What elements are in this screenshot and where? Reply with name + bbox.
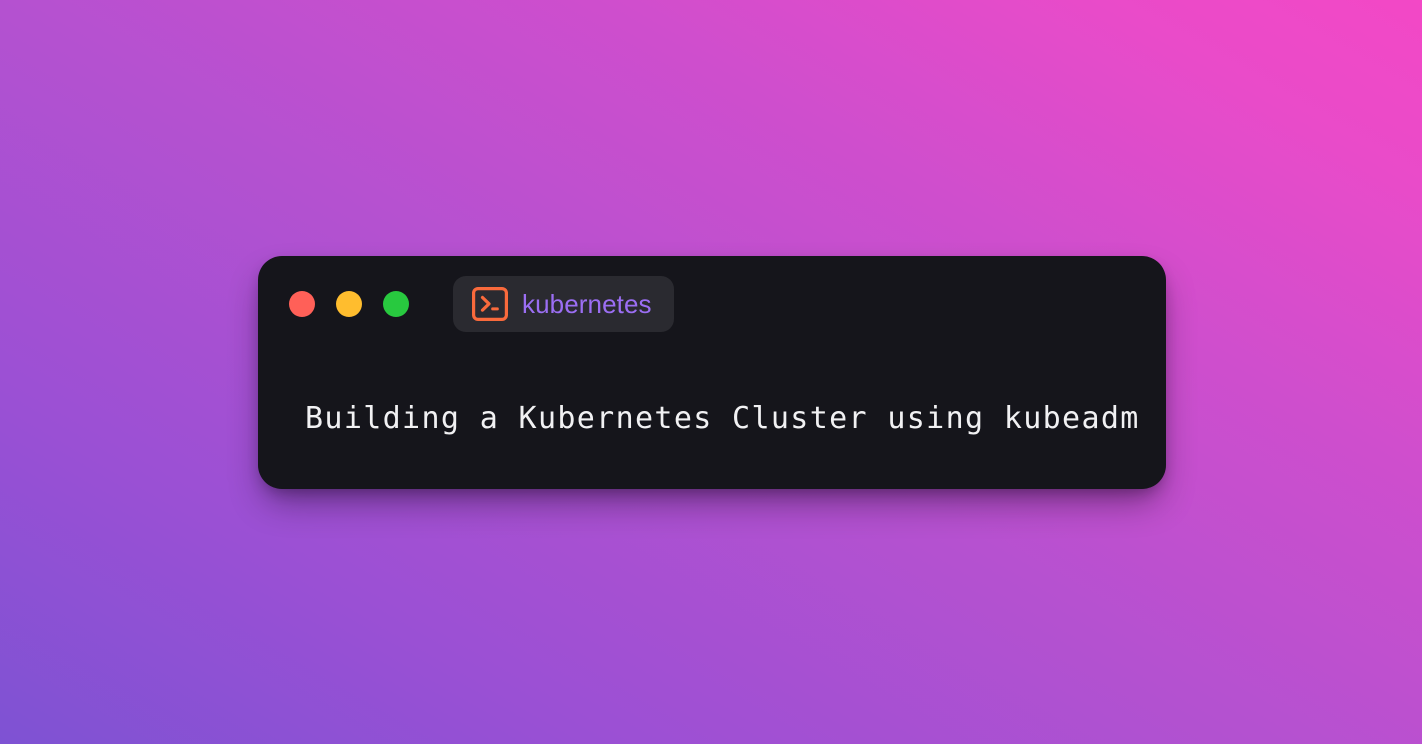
terminal-icon <box>472 287 508 321</box>
page-title: Building a Kubernetes Cluster using kube… <box>305 401 1140 436</box>
terminal-window: kubernetes Building a Kubernetes Cluster… <box>258 256 1166 489</box>
tab-label: kubernetes <box>522 289 652 319</box>
tab-kubernetes[interactable]: kubernetes <box>453 276 674 332</box>
maximize-button[interactable] <box>383 291 409 317</box>
traffic-light-controls <box>289 291 409 317</box>
window-titlebar: kubernetes <box>258 256 1166 352</box>
window-content-area: Building a Kubernetes Cluster using kube… <box>258 352 1166 434</box>
close-button[interactable] <box>289 291 315 317</box>
minimize-button[interactable] <box>336 291 362 317</box>
